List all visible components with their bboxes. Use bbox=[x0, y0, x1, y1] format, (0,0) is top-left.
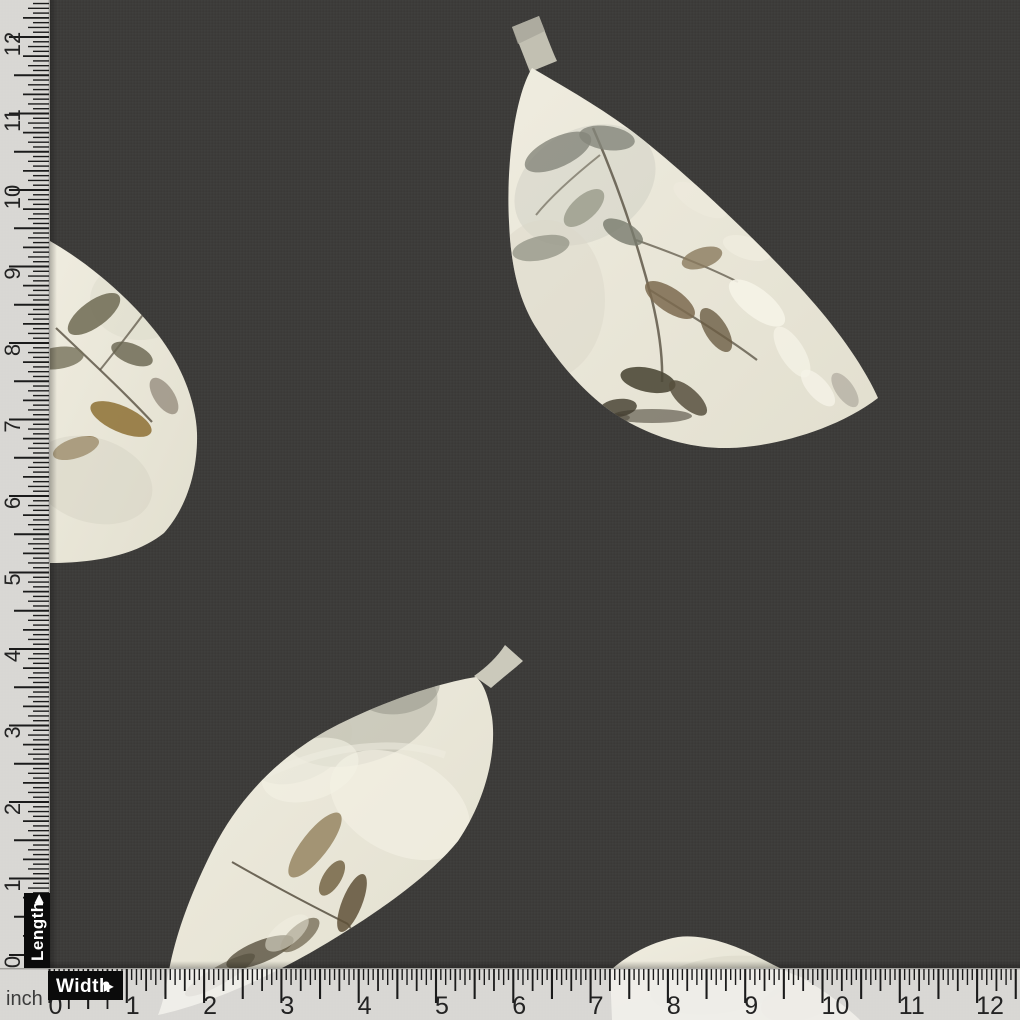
ruler-number: 1 bbox=[126, 992, 140, 1020]
ruler-number: 12 bbox=[976, 992, 1004, 1020]
ruler-number: 3 bbox=[280, 992, 294, 1020]
length-label: Length bbox=[28, 901, 47, 961]
width-arrow-icon: ▶ bbox=[103, 979, 114, 993]
length-arrow-icon: ▶ bbox=[33, 894, 45, 904]
ruler-number: 8 bbox=[0, 344, 25, 356]
ruler-number: 5 bbox=[435, 992, 449, 1020]
ruler-number: 9 bbox=[744, 992, 758, 1020]
vertical-ruler-shadow bbox=[50, 0, 57, 968]
ruler-number: 11 bbox=[899, 992, 925, 1020]
vertical-ruler: 0123456789101112 Length ▶ bbox=[0, 0, 50, 969]
unit-label: inch bbox=[6, 988, 43, 1010]
ruler-number: 12 bbox=[0, 32, 25, 56]
ruler-number: 9 bbox=[0, 267, 25, 279]
ruler-number: 5 bbox=[0, 573, 25, 585]
ruler-number: 2 bbox=[0, 803, 25, 815]
horizontal-ruler: 0123456789101112 inch Width ▶ bbox=[0, 968, 1020, 1020]
ruler-number: 4 bbox=[358, 992, 372, 1020]
vertical-ruler-background bbox=[0, 0, 50, 968]
ruler-number: 6 bbox=[512, 992, 526, 1020]
ruler-number: 6 bbox=[0, 497, 25, 509]
fabric-swatch-product-image: 0123456789101112 Length ▶ 01234567891011… bbox=[0, 0, 1020, 1020]
ruler-number: 4 bbox=[0, 650, 25, 662]
width-label: Width bbox=[56, 976, 111, 997]
ruler-number: 1 bbox=[0, 879, 25, 891]
ruler-number: 11 bbox=[0, 109, 25, 132]
ruler-number: 8 bbox=[667, 992, 681, 1020]
ruler-number: 7 bbox=[590, 992, 604, 1020]
ruler-number: 3 bbox=[0, 726, 25, 738]
vertical-ruler-edge bbox=[49, 0, 50, 968]
horizontal-ruler-background bbox=[0, 968, 1020, 1020]
ruler-number: 2 bbox=[203, 992, 217, 1020]
ruler-number: 10 bbox=[0, 185, 25, 209]
ruler-number: 0 bbox=[0, 956, 25, 968]
horizontal-ruler-edge bbox=[0, 968, 1020, 969]
ruler-number: 10 bbox=[822, 992, 850, 1020]
horizontal-ruler-shadow bbox=[0, 961, 1020, 968]
ruler-number: 7 bbox=[0, 420, 25, 432]
